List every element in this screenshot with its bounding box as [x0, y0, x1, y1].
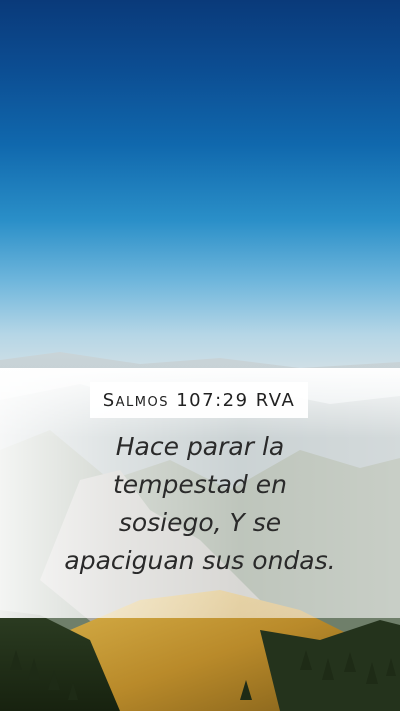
verse-line: tempestad en	[113, 470, 287, 499]
verse-reference: Salmos 107:29 RVA	[102, 389, 296, 411]
reference-label-box: Salmos 107:29 RVA	[90, 382, 308, 418]
sky	[0, 0, 400, 380]
verse-line: sosiego, Y se	[118, 508, 282, 537]
verse-line: apaciguan sus ondas.	[64, 546, 336, 575]
verse-text: Hace parar la tempestad en sosiego, Y se…	[20, 428, 380, 580]
verse-line: Hace parar la	[115, 432, 285, 461]
wallpaper-background: Salmos 107:29 RVA Hace parar la tempesta…	[0, 0, 400, 711]
